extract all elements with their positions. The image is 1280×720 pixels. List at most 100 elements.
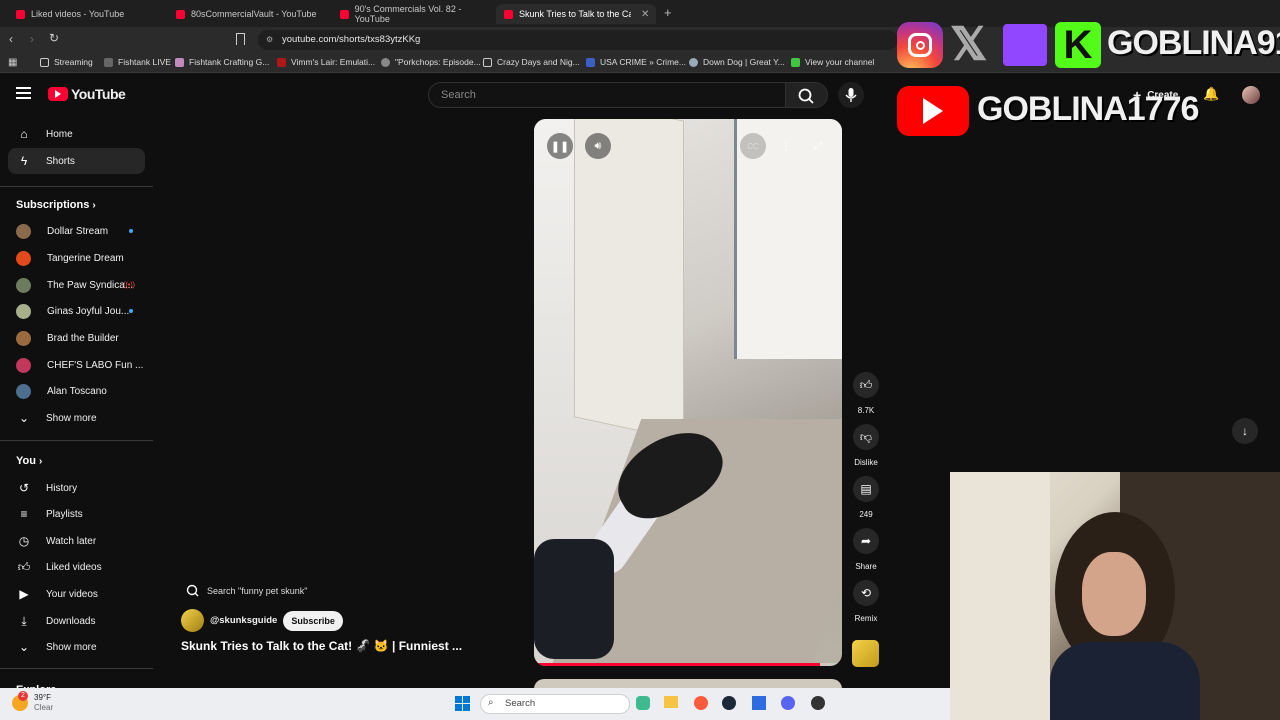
weather-widget[interactable]: 2 39°F Clear [12, 691, 53, 713]
sidebar-item-your-videos[interactable]: ▶ Your videos [8, 581, 145, 607]
more-options-button[interactable]: ⋮ [773, 133, 799, 159]
subscription-item[interactable]: Alan Toscano [8, 379, 145, 403]
bookmark-item[interactable]: Fishtank Crafting G... [175, 57, 269, 67]
reload-icon[interactable]: ↻ [49, 31, 59, 45]
page-icon [175, 57, 184, 67]
instagram-icon [897, 22, 943, 68]
bookmark-item[interactable]: View your channel [791, 57, 874, 67]
vimm-icon [277, 57, 286, 67]
discord-icon[interactable] [781, 696, 795, 710]
sound-thumbnail[interactable] [852, 640, 879, 667]
apps-grid-icon[interactable]: ▦ [8, 57, 17, 68]
comments-action[interactable]: ▤ 249 [852, 476, 880, 519]
search-input[interactable]: Search [428, 82, 786, 108]
next-video-button[interactable]: ↓ [1232, 418, 1258, 444]
chevron-down-icon: ⌄ [18, 640, 30, 654]
voice-search-button[interactable] [838, 82, 864, 108]
copilot-icon[interactable] [636, 696, 650, 710]
microphone-icon [845, 88, 857, 102]
channel-avatar [16, 383, 31, 399]
comment-icon: ▤ [853, 476, 879, 502]
like-action[interactable]: 👍︎ 8.7K [852, 372, 880, 415]
bookmark-item[interactable]: Fishtank LIVE [104, 57, 171, 67]
channel-avatar[interactable] [181, 609, 204, 632]
browser-tab[interactable]: 90's Commercials Vol. 82 - YouTube [334, 4, 492, 24]
sidebar-item-liked-videos[interactable]: 👍︎ Liked videos [8, 554, 145, 580]
sidebar-item-playlists[interactable]: ≡ Playlists [8, 501, 145, 527]
remix-action[interactable]: ⟲ Remix [852, 580, 880, 623]
browser-tab-active[interactable]: Skunk Tries to Talk to the Cat! ✕ [496, 4, 656, 24]
twitch-icon [1003, 24, 1047, 66]
webcam-person-face [1082, 552, 1146, 636]
short-title[interactable]: Skunk Tries to Talk to the Cat! 🦨 🐱 | Fu… [181, 639, 462, 653]
new-content-dot [129, 309, 133, 313]
youtube-play-icon [48, 87, 68, 101]
close-tab-icon[interactable]: ✕ [641, 9, 649, 20]
fullscreen-button[interactable]: ⤢ [805, 133, 831, 159]
volume-button[interactable]: 🔊︎ [585, 133, 611, 159]
captions-button[interactable]: CC [740, 133, 766, 159]
sidebar-item-downloads[interactable]: ⤓ Downloads [8, 608, 145, 634]
browser-tab[interactable]: Liked videos - YouTube [10, 4, 160, 24]
notepad-icon[interactable] [752, 696, 766, 710]
show-more-you[interactable]: ⌄ Show more [8, 634, 145, 660]
related-search-chip[interactable]: Search "funny pet skunk" [181, 580, 307, 602]
you-heading[interactable]: You › [16, 455, 42, 467]
dislike-action[interactable]: 👎︎ Dislike [852, 424, 880, 467]
new-tab-icon[interactable]: + [664, 5, 672, 20]
back-icon[interactable]: ‹ [9, 32, 13, 46]
sidebar-item-home[interactable]: ⌂ Home [8, 121, 145, 147]
bookmark-item[interactable]: Crazy Days and Nig... [483, 57, 580, 67]
share-action[interactable]: ➦ Share [852, 528, 880, 571]
subscription-item[interactable]: Ginas Joyful Jou... [8, 299, 145, 323]
bookmark-item[interactable]: "Porkchops: Episode... [381, 57, 481, 67]
sidebar-item-watch-later[interactable]: ◷ Watch later [8, 528, 145, 554]
obs-icon[interactable] [811, 696, 825, 710]
url-field[interactable]: ⚙ youtube.com/shorts/txs83ytzKKg [258, 30, 898, 50]
taskbar-search[interactable]: ⌕ Search [480, 694, 630, 714]
file-explorer-icon[interactable] [664, 696, 678, 708]
sidebar-item-history[interactable]: ↺ History [8, 475, 145, 501]
windows-start-icon[interactable] [455, 696, 470, 711]
subscription-item[interactable]: Tangerine Dream [8, 246, 145, 270]
show-more-subscriptions[interactable]: ⌄ Show more [8, 405, 145, 431]
video-progress-fill [534, 663, 821, 666]
channel-avatar [16, 303, 31, 319]
bookmark-folder[interactable]: Streaming [40, 57, 93, 67]
menu-icon[interactable] [16, 87, 31, 99]
webcam-feed [950, 472, 1280, 720]
youtube-favicon-icon [176, 9, 185, 19]
pause-button[interactable]: ❚❚ [547, 133, 573, 159]
subscriptions-heading[interactable]: Subscriptions › [16, 199, 96, 211]
brave-browser-icon[interactable] [694, 696, 708, 710]
search-icon: ⌕ [488, 697, 494, 708]
history-icon: ↺ [18, 481, 30, 495]
search-button[interactable] [786, 82, 828, 108]
playlists-icon: ≡ [20, 507, 28, 521]
sidebar-item-shorts[interactable]: ϟ Shorts [8, 148, 145, 174]
subscription-item[interactable]: Dollar Stream [8, 219, 145, 243]
browser-tab[interactable]: 80sCommercialVault - YouTube [170, 4, 325, 24]
bookmark-item[interactable]: USA CRIME » Crime... [586, 57, 686, 67]
bookmark-item[interactable]: Down Dog | Great Y... [689, 57, 785, 67]
site-info-icon[interactable]: ⚙ [266, 35, 273, 44]
forward-icon[interactable]: › [30, 32, 34, 46]
shorts-video-player[interactable]: ❚❚ 🔊︎ CC ⋮ ⤢ [534, 119, 842, 666]
steam-icon[interactable] [722, 696, 736, 710]
page-icon [381, 57, 390, 67]
subscription-item[interactable]: The Paw Syndica... ((•)) [8, 273, 145, 297]
channel-avatar [16, 277, 31, 293]
weather-badge: 2 [18, 691, 28, 701]
subscription-item[interactable]: Brad the Builder [8, 326, 145, 350]
bookmark-icon[interactable] [236, 33, 245, 45]
subscription-item[interactable]: CHEF'S LABO Fun ... [8, 353, 145, 377]
video-progress-bar[interactable] [534, 663, 842, 666]
windows-taskbar: 2 39°F Clear ⌕ Search [0, 688, 950, 720]
new-content-dot [129, 229, 133, 233]
download-icon: ⤓ [21, 613, 27, 628]
bookmark-item[interactable]: Vimm's Lair: Emulati... [277, 57, 375, 67]
youtube-favicon-icon [340, 9, 349, 19]
youtube-logo[interactable]: YouTube [48, 86, 126, 102]
channel-name[interactable]: @skunksguide [210, 615, 277, 626]
subscribe-button[interactable]: Subscribe [283, 610, 343, 631]
